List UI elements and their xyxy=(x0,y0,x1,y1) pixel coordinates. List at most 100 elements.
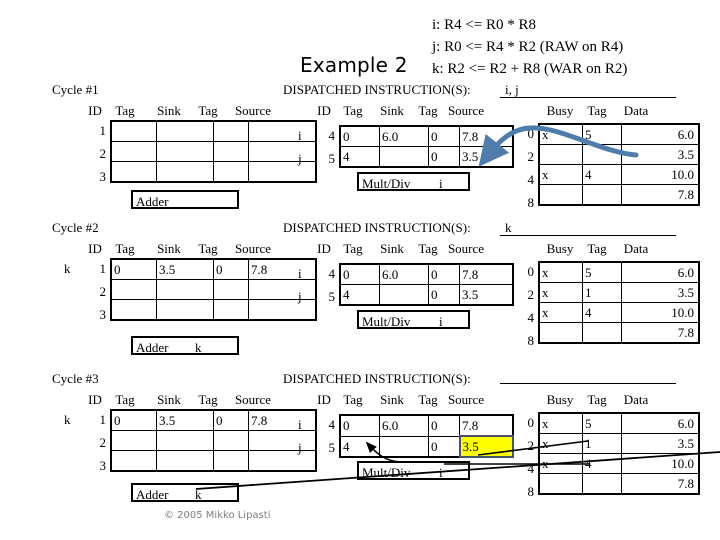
cell-tag2: 0 xyxy=(428,284,460,306)
col-tag: Tag xyxy=(343,241,363,256)
col-sink: Sink xyxy=(380,103,404,118)
cell-sink: 6.0 xyxy=(379,414,429,437)
cell-sink xyxy=(156,450,214,472)
table-row: 0 6.0 0 7.8 xyxy=(339,125,514,147)
table-row: 7.8 xyxy=(538,473,700,495)
cycle1-reservation-station-table xyxy=(110,120,317,183)
cell-tag2: 0 xyxy=(428,435,460,458)
fu-name: Adder xyxy=(136,487,169,502)
cycle2-rule xyxy=(500,235,676,236)
cycle3-rs-rowid-3: 3 xyxy=(99,458,107,473)
cycle1-rf-rowid-2: 2 xyxy=(527,149,535,164)
cycle1-label: Cycle #1 xyxy=(52,82,99,97)
cell-source: 7.8 xyxy=(459,125,514,147)
instruction-line-k: k: R2 <= R2 + R8 (WAR on R2) xyxy=(432,61,628,77)
cell-busy: x xyxy=(538,261,583,283)
cell-tag2 xyxy=(213,141,249,162)
cell-source: 3.5 xyxy=(459,284,514,306)
cycle1-adder-unit: Adder xyxy=(131,190,239,209)
cycle3-adder-unit: Adder k xyxy=(131,483,239,502)
cell-sink: 6.0 xyxy=(379,263,429,285)
table-row xyxy=(110,141,317,162)
cell-tag xyxy=(110,141,157,162)
cell-sink xyxy=(156,161,214,183)
cell-tag: 0 xyxy=(339,414,380,437)
col-source: Source xyxy=(234,392,272,407)
col-data: Data xyxy=(623,103,649,118)
cycle2-dispatched-label: DISPATCHED INSTRUCTION(S): xyxy=(283,220,471,235)
cell-tag2: 0 xyxy=(428,263,460,285)
cell-tag: 4 xyxy=(582,302,622,323)
cell-busy: x xyxy=(538,164,583,185)
cell-tag: 5 xyxy=(582,123,622,145)
cell-data: 10.0 xyxy=(621,302,700,323)
col-busy: Busy xyxy=(546,241,574,256)
cell-source: 7.8 xyxy=(459,414,514,437)
table-row: 0 3.5 0 7.8 xyxy=(110,258,317,280)
col-tag2: Tag xyxy=(198,392,218,407)
cell-data: 7.8 xyxy=(621,322,700,344)
cell-data: 3.5 xyxy=(621,144,700,165)
cell-tag2: 0 xyxy=(213,409,249,431)
cycle2-dispatched-table: 0 6.0 0 7.8 4 0 3.5 xyxy=(339,263,514,306)
col-tag2: Tag xyxy=(198,241,218,256)
col-id: ID xyxy=(317,241,331,256)
cell-tag: 1 xyxy=(582,433,622,454)
cell-sink xyxy=(379,435,429,458)
cell-busy: x xyxy=(538,433,583,454)
col-tag: Tag xyxy=(343,392,363,407)
cell-tag: 1 xyxy=(582,282,622,303)
cell-tag xyxy=(582,144,622,165)
cycle3-rs-rowid-1: 1 xyxy=(99,412,107,427)
cycle2-rs-rowid-3: 3 xyxy=(99,307,107,322)
col-id: ID xyxy=(88,392,102,407)
col-tag: Tag xyxy=(115,241,135,256)
table-row: 3.5 xyxy=(538,144,700,165)
table-row: 7.8 xyxy=(538,322,700,344)
cycle3-dp-rowtag-j: j xyxy=(298,440,302,455)
cell-data: 3.5 xyxy=(621,282,700,303)
cell-tag2 xyxy=(213,299,249,321)
fu-name: Adder xyxy=(136,194,169,209)
cycle3-dispatched-table: 0 6.0 0 7.8 4 0 3.5 xyxy=(339,414,514,458)
fu-tag: i xyxy=(439,465,443,480)
cell-tag2: 0 xyxy=(428,146,460,168)
table-row: x 5 6.0 xyxy=(538,412,700,434)
cycle3-label: Cycle #3 xyxy=(52,371,99,386)
cell-busy xyxy=(538,473,583,495)
fu-tag: i xyxy=(439,314,443,329)
table-row xyxy=(110,161,317,183)
table-row: 7.8 xyxy=(538,184,700,206)
cell-tag xyxy=(110,450,157,472)
col-sink: Sink xyxy=(380,392,404,407)
cell-sink xyxy=(379,284,429,306)
table-row: 4 0 3.5 xyxy=(339,284,514,306)
cell-tag2 xyxy=(213,120,249,142)
table-row: 0 6.0 0 7.8 xyxy=(339,414,514,437)
cycle1-rs-rowid-3: 3 xyxy=(99,169,107,184)
cell-data: 6.0 xyxy=(621,261,700,283)
cycle1-rs-rowid-1: 1 xyxy=(99,123,107,138)
cycle3-register-file-table: x 5 6.0 x 1 3.5 x 4 10.0 7.8 xyxy=(538,412,700,495)
cell-tag2: 0 xyxy=(428,414,460,437)
table-row xyxy=(110,430,317,451)
table-row: x 4 10.0 xyxy=(538,453,700,474)
cell-data: 6.0 xyxy=(621,123,700,145)
copyright-notice: © 2005 Mikko Lipasti xyxy=(164,510,271,521)
cycle1-rf-rowid-8: 8 xyxy=(527,195,535,210)
cell-tag: 5 xyxy=(582,261,622,283)
cycle2-label: Cycle #2 xyxy=(52,220,99,235)
cell-sink xyxy=(156,299,214,321)
cell-tag2 xyxy=(213,279,249,300)
cell-busy: x xyxy=(538,123,583,145)
cell-data: 10.0 xyxy=(621,164,700,185)
cycle1-rule xyxy=(500,97,676,98)
col-id: ID xyxy=(88,103,102,118)
col-id: ID xyxy=(317,392,331,407)
fu-tag: k xyxy=(195,487,202,502)
col-id: ID xyxy=(317,103,331,118)
cell-tag2 xyxy=(213,161,249,183)
cell-sink xyxy=(156,141,214,162)
table-row: 0 3.5 0 7.8 xyxy=(110,409,317,431)
cell-tag xyxy=(110,120,157,142)
